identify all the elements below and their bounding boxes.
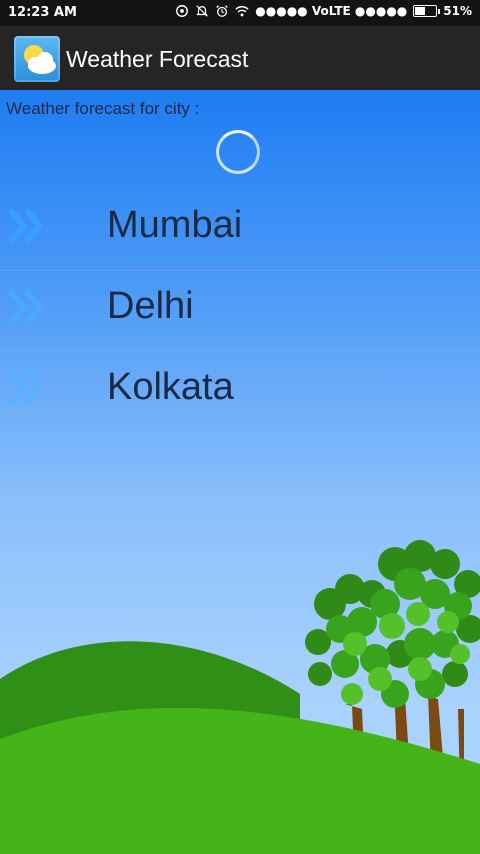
battery-percent: 51% xyxy=(443,4,472,18)
city-item-mumbai[interactable]: Mumbai xyxy=(0,190,480,271)
city-name: Kolkata xyxy=(107,366,234,408)
weather-cloud-icon[interactable] xyxy=(14,36,60,82)
main-content: Weather forecast for city : Mumbai Delhi… xyxy=(0,90,480,854)
app-icon-graphic xyxy=(24,45,56,74)
city-name: Delhi xyxy=(107,285,194,327)
status-bar: 12:23 AM ●●●●● VoLTE ●●●●● 51% xyxy=(0,0,480,26)
page-subtitle: Weather forecast for city : xyxy=(6,99,200,118)
app-title: Weather Forecast xyxy=(66,46,249,72)
network-signal: ●●●●● VoLTE ●●●●● xyxy=(255,4,408,18)
city-item-delhi[interactable]: Delhi xyxy=(0,271,480,352)
battery-fill xyxy=(415,7,425,15)
double-chevron-right-icon xyxy=(7,370,44,406)
city-name: Mumbai xyxy=(107,204,243,246)
double-chevron-right-icon xyxy=(7,208,44,244)
city-list: Mumbai Delhi Kolkata xyxy=(0,190,480,432)
wifi-icon xyxy=(235,6,249,17)
loading-spinner xyxy=(216,130,260,174)
alarm-icon xyxy=(216,5,228,17)
battery-icon xyxy=(413,5,441,17)
status-icons: ●●●●● VoLTE ●●●●● 51% xyxy=(175,4,472,18)
app-bar: Weather Forecast xyxy=(0,26,480,90)
bell-muted-icon xyxy=(196,5,209,17)
double-chevron-right-icon xyxy=(7,289,44,325)
sync-icon xyxy=(176,5,189,17)
city-item-kolkata[interactable]: Kolkata xyxy=(0,352,480,432)
status-time: 12:23 AM xyxy=(8,5,77,20)
landscape-illustration xyxy=(0,540,480,854)
